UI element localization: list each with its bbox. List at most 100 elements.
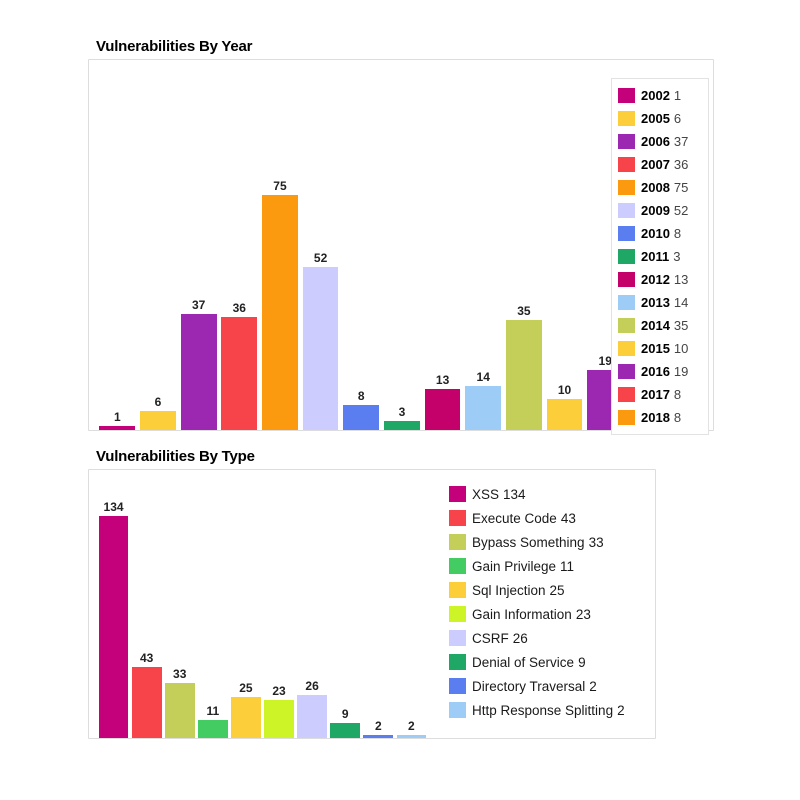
- legend-item[interactable]: Execute Code 43: [449, 506, 625, 530]
- legend-item[interactable]: 2007 36: [618, 153, 700, 176]
- bar-slot[interactable]: 43: [130, 476, 163, 738]
- legend-item[interactable]: Http Response Splitting 2: [449, 698, 625, 722]
- bar-value-label: 13: [435, 373, 450, 388]
- legend-item[interactable]: 2006 37: [618, 130, 700, 153]
- legend-item[interactable]: Sql Injection 25: [449, 578, 625, 602]
- legend-item[interactable]: 2014 35: [618, 314, 700, 337]
- bar-value-label: 37: [191, 298, 206, 313]
- legend-item-label: 2017: [641, 387, 670, 402]
- legend-item-count: 14: [673, 295, 689, 310]
- bar[interactable]: [221, 317, 258, 430]
- legend-item-count: 10: [673, 341, 689, 356]
- legend-item[interactable]: 2002 1: [618, 84, 700, 107]
- legend-item[interactable]: 2013 14: [618, 291, 700, 314]
- legend-item[interactable]: XSS 134: [449, 482, 625, 506]
- legend-item[interactable]: 2009 52: [618, 199, 700, 222]
- bar-slot[interactable]: 9: [329, 476, 362, 738]
- bar-slot[interactable]: 23: [262, 476, 295, 738]
- bar-slot[interactable]: 13: [422, 78, 463, 430]
- bar[interactable]: [99, 426, 136, 430]
- legend-item[interactable]: 2005 6: [618, 107, 700, 130]
- bar-value-label: 52: [313, 251, 328, 266]
- bar-slot[interactable]: 14: [463, 78, 504, 430]
- chart-panel-by-type: 134 43 33 11 25 23 26 9 2 2 XSS 134 Execute Code 43 B…: [88, 469, 656, 739]
- bar-slot[interactable]: 11: [196, 476, 229, 738]
- legend-item[interactable]: Denial of Service 9: [449, 650, 625, 674]
- legend-item-label: XSS: [472, 486, 500, 502]
- chart-vulnerabilities-by-type: Vulnerabilities By Type 134 43 33 11 25 23 26 9…: [88, 448, 656, 739]
- chart-panel-by-year: 163736755283131435101988 200212005620063…: [88, 59, 714, 435]
- legend-item-label: 2005: [641, 111, 670, 126]
- bar-value-label: 1: [113, 410, 121, 424]
- legend-item-label: Bypass Something: [472, 534, 585, 550]
- legend-swatch-icon: [618, 272, 635, 287]
- bar[interactable]: [465, 386, 502, 430]
- legend-item-label: Gain Privilege: [472, 558, 557, 574]
- bar-value-label: 33: [173, 667, 187, 682]
- legend-item[interactable]: Gain Information 23: [449, 602, 625, 626]
- bar[interactable]: [330, 723, 361, 738]
- bar-slot[interactable]: 3: [382, 78, 423, 430]
- bar-slot[interactable]: 33: [163, 476, 196, 738]
- bar[interactable]: [297, 694, 327, 738]
- bar-slot[interactable]: 35: [504, 78, 545, 430]
- bar[interactable]: [506, 320, 542, 430]
- legend-by-year: 2002 1 2005 6 2006 37 2007 36 2008 75 2009 52 2010 8 2…: [611, 78, 709, 435]
- legend-item-label: 2010: [641, 226, 670, 241]
- legend-item[interactable]: 2017 8: [618, 383, 700, 406]
- legend-item-label: CSRF: [472, 630, 509, 646]
- legend-swatch-icon: [618, 203, 635, 218]
- page-root: Vulnerabilities By Year 1 6 37 36 75 52 8 3 13 14…: [0, 0, 800, 800]
- legend-item-label: Gain Information: [472, 606, 572, 622]
- legend-item[interactable]: 2010 8: [618, 222, 700, 245]
- bar-value-label: 75: [273, 179, 287, 193]
- legend-swatch-icon: [449, 606, 466, 622]
- bar[interactable]: [384, 420, 420, 430]
- bar-slot[interactable]: 10: [544, 78, 585, 430]
- legend-swatch-icon: [618, 387, 635, 402]
- bar[interactable]: [131, 666, 162, 738]
- legend-item[interactable]: CSRF 26: [449, 626, 625, 650]
- bar[interactable]: [546, 398, 583, 430]
- bar[interactable]: [231, 696, 261, 738]
- bar-slot[interactable]: 36: [219, 78, 260, 430]
- bar[interactable]: [264, 699, 294, 738]
- legend-item[interactable]: Bypass Something 33: [449, 530, 625, 554]
- bar[interactable]: [343, 404, 380, 430]
- bar[interactable]: [180, 314, 217, 430]
- legend-item-count: 3: [673, 249, 681, 264]
- bar[interactable]: [164, 683, 195, 738]
- bar-slot[interactable]: 37: [178, 78, 219, 430]
- bar-slot[interactable]: 75: [260, 78, 301, 430]
- bar-slot[interactable]: 6: [138, 78, 179, 430]
- bar[interactable]: [140, 411, 176, 430]
- legend-item[interactable]: 2012 13: [618, 268, 700, 291]
- bar-slot[interactable]: 26: [296, 476, 329, 738]
- bar-value-label: 25: [239, 680, 253, 695]
- bar-slot[interactable]: 1: [97, 78, 138, 430]
- bar[interactable]: [363, 734, 394, 738]
- legend-item[interactable]: 2015 10: [618, 337, 700, 360]
- legend-item[interactable]: Directory Traversal 2: [449, 674, 625, 698]
- legend-item[interactable]: 2008 75: [618, 176, 700, 199]
- legend-item[interactable]: Gain Privilege 11: [449, 554, 625, 578]
- legend-item-count: 134: [503, 486, 526, 502]
- bar[interactable]: [424, 389, 461, 430]
- bar-slot[interactable]: 2: [395, 476, 428, 738]
- bar-slot[interactable]: 52: [300, 78, 341, 430]
- bar-slot[interactable]: 134: [97, 476, 130, 738]
- legend-swatch-icon: [449, 486, 466, 502]
- bar-slot[interactable]: 2: [362, 476, 395, 738]
- legend-item[interactable]: 2016 19: [618, 360, 700, 383]
- bar[interactable]: [98, 516, 129, 738]
- legend-item-count: 52: [673, 203, 689, 218]
- bar[interactable]: [197, 719, 228, 738]
- bar-slot[interactable]: 25: [229, 476, 262, 738]
- legend-item[interactable]: 2011 3: [618, 245, 700, 268]
- bar-value-label: 26: [305, 678, 319, 693]
- bar[interactable]: [302, 267, 339, 430]
- bar-slot[interactable]: 8: [341, 78, 382, 430]
- bar[interactable]: [262, 195, 298, 430]
- bar[interactable]: [396, 734, 427, 738]
- legend-item[interactable]: 2018 8: [618, 406, 700, 429]
